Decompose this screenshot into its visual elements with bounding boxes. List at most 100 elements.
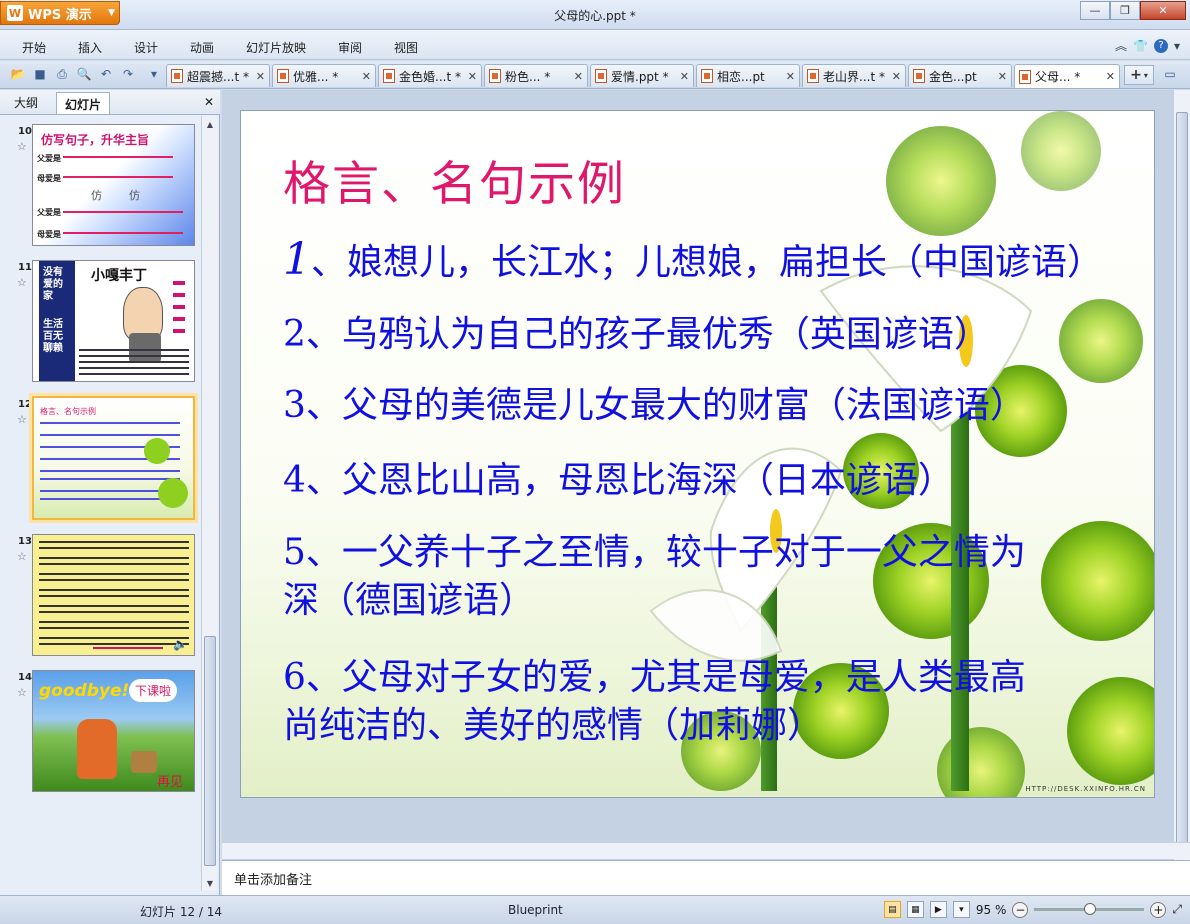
thumb-underline: [63, 176, 173, 178]
window-controls: — ❐ ✕: [1080, 1, 1186, 20]
new-tab-button[interactable]: + ▾: [1124, 65, 1154, 85]
slide-sorter-icon[interactable]: ▦: [906, 901, 924, 918]
notes-pane[interactable]: 单击添加备注: [222, 860, 1190, 895]
help-dropdown-icon[interactable]: ▾: [1174, 39, 1180, 53]
slide-thumbnail[interactable]: 仿写句子，升华主旨 父爱是 母爱是 仿 仿 父爱是 母爱是: [32, 124, 195, 246]
current-slide[interactable]: 格言、名句示例 1、娘想儿，长江水；儿想娘，扁担长（中国谚语） 2、乌鸦认为自己…: [240, 110, 1155, 798]
tab-close-icon[interactable]: ✕: [362, 70, 371, 83]
notes-placeholder: 单击添加备注: [234, 873, 313, 888]
zoom-slider-knob[interactable]: [1084, 903, 1097, 915]
slideshow-icon[interactable]: ▶: [929, 901, 947, 918]
open-folder-icon[interactable]: 📂: [10, 66, 26, 82]
thumb-text: 母爱是: [37, 174, 61, 183]
view-menu-icon[interactable]: ▾: [952, 901, 970, 918]
slide-thumbnail[interactable]: goodbye! 下课啦 再见: [32, 670, 195, 792]
menu-slideshow[interactable]: 幻灯片放映: [246, 39, 306, 56]
tab-close-icon[interactable]: ✕: [468, 70, 477, 83]
tab-close-icon[interactable]: ✕: [256, 70, 265, 83]
menu-animation[interactable]: 动画: [190, 39, 214, 56]
normal-view-icon[interactable]: ▤: [883, 901, 901, 918]
menu-home[interactable]: 开始: [22, 39, 46, 56]
thumb-underline: [63, 211, 183, 213]
ppt-file-icon: [595, 69, 607, 83]
slide-thumbnail-selected[interactable]: 格言、名句示例: [32, 396, 195, 520]
thumb-paragraph: [79, 349, 189, 351]
doc-tab[interactable]: 粉色... * ✕: [484, 64, 588, 87]
panel-tabs: 大纲 幻灯片 ✕: [0, 90, 220, 115]
minimize-button[interactable]: —: [1080, 1, 1110, 20]
save-icon[interactable]: ■: [32, 66, 48, 82]
slide-thumbnail[interactable]: 🔈: [32, 534, 195, 656]
tab-close-icon[interactable]: ✕: [892, 70, 901, 83]
print-icon[interactable]: ⎙: [54, 66, 70, 82]
scroll-down-icon[interactable]: ▼: [202, 875, 218, 891]
ppt-file-icon: [1019, 69, 1031, 84]
transition-star-icon: ☆: [17, 686, 27, 699]
thumb-number: 11: [18, 262, 32, 273]
doc-tab[interactable]: 金色婚...t * ✕: [378, 64, 482, 87]
undo-icon[interactable]: ↶: [98, 66, 114, 82]
tab-list-icon[interactable]: ▭: [1162, 66, 1178, 82]
scroll-up-icon[interactable]: ▲: [202, 116, 218, 132]
close-window-button[interactable]: ✕: [1140, 1, 1186, 20]
thumb-number: 14: [18, 672, 32, 683]
ppt-file-icon: [701, 69, 713, 83]
fit-window-icon[interactable]: ⤢: [1172, 902, 1182, 917]
cartoon-runner-icon: [77, 719, 117, 779]
thumb-underline: [63, 156, 173, 158]
scroll-thumb[interactable]: [204, 636, 216, 866]
redo-icon[interactable]: ↷: [120, 66, 136, 82]
doc-tab[interactable]: 超震撼...t * ✕: [166, 64, 270, 87]
editor-horizontal-scrollbar[interactable]: [222, 842, 1190, 859]
help-icon[interactable]: ?: [1153, 38, 1168, 53]
tab-close-icon[interactable]: ✕: [574, 70, 583, 83]
zoom-slider[interactable]: [1034, 903, 1145, 915]
slide-text-line-3[interactable]: 3、父母的美德是儿女最大的财富（法国谚语）: [283, 377, 1026, 435]
slide-text-line-1[interactable]: 1、娘想儿，长江水；儿想娘，扁担长（中国谚语）: [283, 231, 1103, 292]
slide-text-line-4[interactable]: 4、父恩比山高，母恩比海深（日本谚语）: [283, 452, 954, 510]
menu-view[interactable]: 视图: [394, 39, 418, 56]
doc-tab-active[interactable]: 父母... * ✕: [1014, 64, 1120, 88]
zoom-in-icon[interactable]: +: [1150, 901, 1167, 918]
slide-thumbnail[interactable]: 没有爱的家 生活百无聊赖 小嘎丰丁: [32, 260, 195, 382]
thumbnail-scrollbar[interactable]: ▲ ▼: [201, 116, 217, 891]
print-preview-icon[interactable]: 🔍: [76, 66, 92, 82]
slide-text-line-6b[interactable]: 尚纯洁的、美好的感情（加莉娜）: [283, 697, 823, 755]
skin-icon[interactable]: 👕: [1133, 39, 1148, 53]
doc-tab-label: 父母... *: [1035, 70, 1081, 84]
doc-tab[interactable]: 相恋...pt ✕: [696, 64, 800, 87]
tab-close-icon[interactable]: ✕: [998, 70, 1007, 83]
slide-watermark: HTTP://DESK.XXINFO.HR.CN: [1025, 785, 1146, 793]
slide-text-line-2[interactable]: 2、乌鸦认为自己的孩子最优秀（英国谚语）: [283, 306, 990, 364]
tab-close-icon[interactable]: ✕: [1106, 70, 1115, 83]
tab-close-icon[interactable]: ✕: [786, 70, 795, 83]
doc-tab[interactable]: 爱情.ppt * ✕: [590, 64, 694, 87]
thumb-text: 下课啦: [129, 679, 178, 702]
doc-tab[interactable]: 金色...pt ✕: [908, 64, 1012, 87]
editor-vertical-scrollbar[interactable]: [1173, 90, 1190, 860]
scroll-thumb[interactable]: [1176, 112, 1188, 852]
flower-icon: [144, 438, 170, 464]
menu-review[interactable]: 审阅: [338, 39, 362, 56]
menu-design[interactable]: 设计: [134, 39, 158, 56]
menu-insert[interactable]: 插入: [78, 39, 102, 56]
doc-tab-label: 金色婚...t *: [399, 69, 461, 84]
zoom-level: 95 %: [975, 902, 1007, 917]
transition-star-icon: ☆: [17, 550, 27, 563]
maximize-button[interactable]: ❐: [1110, 1, 1140, 20]
collapse-ribbon-icon[interactable]: ︽: [1115, 37, 1127, 54]
slide-text-line-5b[interactable]: 深（德国谚语）: [283, 572, 535, 630]
tab-outline[interactable]: 大纲: [14, 94, 38, 111]
close-panel-icon[interactable]: ✕: [204, 95, 214, 109]
doc-tab-label: 相恋...pt: [717, 69, 765, 84]
customize-toolbar-icon[interactable]: ▾: [146, 66, 162, 82]
title-bar: W WPS 演示 ▼ 父母的心.ppt * — ❐ ✕: [0, 0, 1190, 30]
tab-slides[interactable]: 幻灯片: [56, 92, 111, 114]
doc-tab[interactable]: 优雅... * ✕: [272, 64, 376, 87]
slide-title[interactable]: 格言、名句示例: [283, 145, 626, 214]
tab-close-icon[interactable]: ✕: [680, 70, 689, 83]
doc-tab[interactable]: 老山界...t * ✕: [802, 64, 906, 87]
zoom-out-icon[interactable]: −: [1012, 901, 1029, 918]
ppt-file-icon: [489, 69, 501, 83]
status-bar: 幻灯片 12 / 14 Blueprint ▤ ▦ ▶ ▾ 95 % − + ⤢: [0, 895, 1190, 924]
